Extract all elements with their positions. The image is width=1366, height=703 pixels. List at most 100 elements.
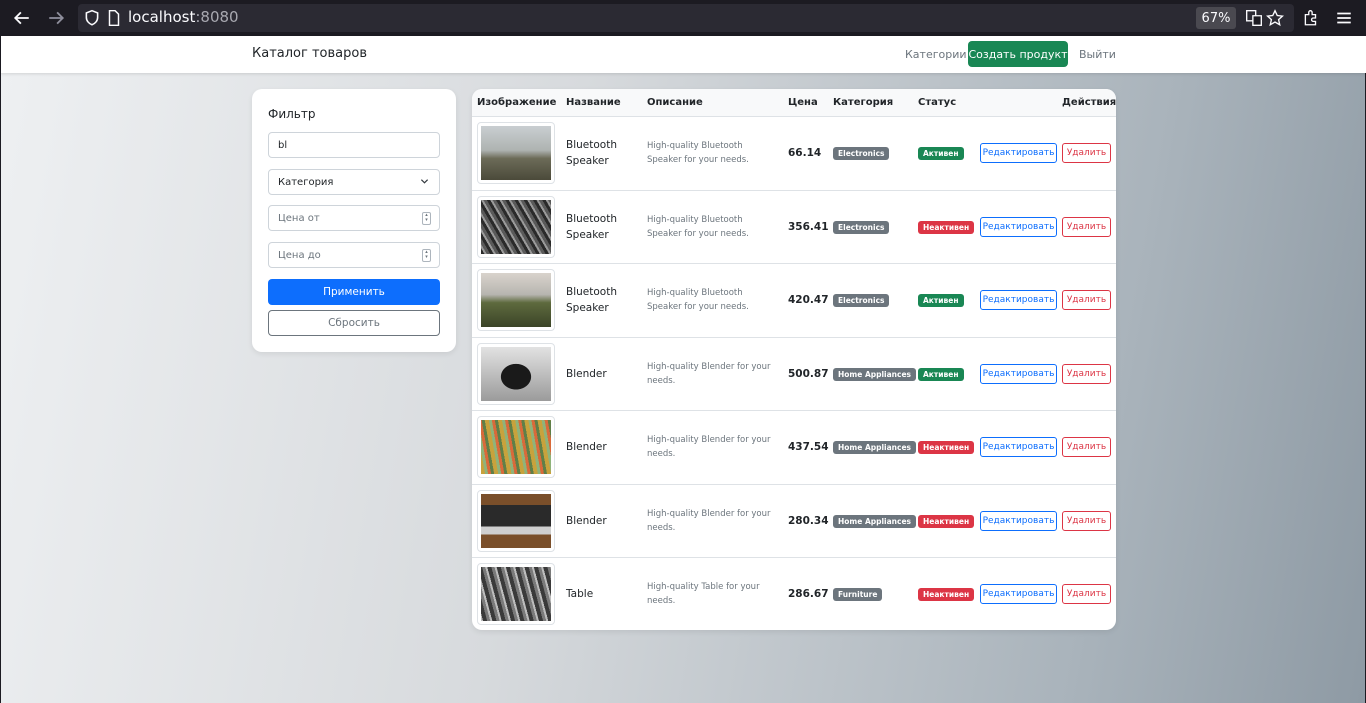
product-description: High-quality Blender for your needs.: [647, 508, 771, 533]
product-name: Bluetooth Speaker: [566, 139, 617, 167]
product-name: Blender: [566, 514, 607, 527]
shield-icon[interactable]: [80, 6, 104, 30]
delete-button[interactable]: Удалить: [1062, 510, 1111, 531]
status-badge: Активен: [918, 367, 964, 381]
top-navbar: Каталог товаров Категории Создать продук…: [1, 36, 1366, 73]
product-price: 286.67: [788, 588, 829, 600]
category-badge: Electronics: [833, 294, 890, 307]
table-row: Bluetooth Speaker High-quality Bluetooth…: [472, 117, 1116, 191]
product-description: High-quality Bluetooth Speaker for your …: [647, 288, 749, 312]
grayscale-grass-photo: [481, 199, 551, 254]
product-price: 280.34: [788, 514, 829, 527]
product-price: 66.14: [788, 147, 822, 159]
status-badge: Неактивен: [918, 441, 975, 454]
delete-button[interactable]: Удалить: [1062, 216, 1111, 237]
product-price: 437.54: [788, 441, 829, 453]
product-price: 420.47: [788, 294, 829, 306]
status-badge: Неактивен: [918, 514, 975, 528]
price-from-placeholder: Цена от: [278, 212, 320, 224]
product-price: 356.41: [788, 220, 829, 233]
column-header-status: Статус: [918, 97, 957, 108]
delete-button[interactable]: Удалить: [1062, 437, 1111, 457]
number-spinner-icon[interactable]: ▴ ▾: [422, 212, 431, 225]
page-icon: [102, 6, 126, 30]
edit-button[interactable]: Редактировать: [980, 584, 1057, 604]
misty-field-photo: [481, 126, 551, 180]
filter-title: Фильтр: [268, 107, 316, 121]
table-row: Blender High-quality Blender for your ne…: [472, 485, 1116, 558]
column-header-name: Название: [566, 97, 621, 108]
back-arrow-icon[interactable]: [10, 6, 34, 30]
product-thumbnail: [477, 122, 555, 184]
product-thumbnail: [477, 269, 555, 331]
edit-button[interactable]: Редактировать: [980, 510, 1057, 531]
products-table: Изображение Название Описание Цена Катег…: [472, 89, 1116, 630]
edit-button[interactable]: Редактировать: [980, 363, 1057, 384]
product-description: High-quality Table for your needs.: [647, 582, 760, 606]
delete-button[interactable]: Удалить: [1062, 143, 1111, 163]
person-camera-photo: [481, 346, 551, 401]
category-select[interactable]: Категория: [268, 169, 440, 195]
product-description: High-quality Blender for your needs.: [647, 435, 771, 459]
column-header-price: Цена: [788, 97, 818, 108]
delete-button[interactable]: Удалить: [1062, 584, 1111, 604]
delete-button[interactable]: Удалить: [1062, 290, 1111, 310]
page-content: Каталог товаров Категории Создать продук…: [0, 36, 1366, 703]
filter-panel: Фильтр bl Категория Цена от ▴ ▾ Цена до ▴…: [252, 89, 456, 352]
category-badge: Home Appliances: [833, 514, 917, 528]
product-thumbnail: [477, 489, 555, 552]
forward-arrow-icon[interactable]: [44, 6, 68, 30]
table-row: Bluetooth Speaker High-quality Bluetooth…: [472, 191, 1116, 264]
table-header: Изображение Название Описание Цена Катег…: [472, 89, 1116, 117]
create-product-button[interactable]: Создать продукт: [968, 41, 1068, 67]
extensions-icon[interactable]: [1299, 6, 1323, 30]
category-badge: Home Appliances: [833, 441, 917, 454]
table-row: Bluetooth Speaker High-quality Bluetooth…: [472, 264, 1116, 338]
menu-icon[interactable]: [1332, 6, 1356, 30]
product-description: High-quality Blender for your needs.: [647, 361, 771, 386]
table-row: Blender High-quality Blender for your ne…: [472, 411, 1116, 485]
table-row: Table High-quality Table for your needs.…: [472, 558, 1116, 630]
product-description: High-quality Bluetooth Speaker for your …: [647, 141, 749, 165]
column-header-description: Описание: [647, 97, 703, 108]
star-bookmark-icon[interactable]: [1263, 6, 1287, 30]
category-badge: Furniture: [833, 588, 883, 601]
product-thumbnail: [477, 195, 555, 258]
column-header-category: Категория: [833, 97, 894, 108]
edit-button[interactable]: Редактировать: [980, 143, 1057, 163]
product-description: High-quality Bluetooth Speaker for your …: [647, 214, 749, 239]
price-to-input[interactable]: Цена до ▴ ▾: [268, 242, 440, 268]
product-name: Blender: [566, 367, 607, 380]
edit-button[interactable]: Редактировать: [980, 216, 1057, 237]
aerial-road-photo: [481, 567, 551, 621]
search-input[interactable]: bl: [268, 132, 440, 158]
category-badge: Home Appliances: [833, 367, 917, 381]
url-text[interactable]: localhost:8080: [128, 8, 239, 26]
price-from-input[interactable]: Цена от ▴ ▾: [268, 205, 440, 231]
status-badge: Активен: [918, 294, 964, 307]
product-name: Table: [566, 588, 594, 600]
product-name: Blender: [566, 441, 607, 453]
laptop-desk-photo: [481, 493, 551, 548]
category-select-label: Категория: [278, 176, 334, 188]
product-name: Bluetooth Speaker: [566, 286, 617, 314]
zoom-level-badge[interactable]: 67%: [1196, 7, 1236, 29]
nav-link-logout[interactable]: Выйти: [1079, 48, 1116, 61]
address-bar[interactable]: [78, 4, 1294, 32]
price-to-placeholder: Цена до: [278, 249, 321, 261]
status-badge: Неактивен: [918, 220, 975, 234]
edit-button[interactable]: Редактировать: [980, 437, 1057, 457]
apply-button[interactable]: Применить: [268, 279, 440, 305]
product-thumbnail: [477, 342, 555, 405]
reset-button[interactable]: Сбросить: [268, 310, 440, 336]
edit-button[interactable]: Редактировать: [980, 290, 1057, 310]
browser-toolbar: localhost:8080 67%: [0, 0, 1366, 36]
product-name: Bluetooth Speaker: [566, 212, 617, 241]
status-badge: Активен: [918, 147, 964, 160]
navbar-brand[interactable]: Каталог товаров: [252, 46, 367, 61]
table-row: Blender High-quality Blender for your ne…: [472, 338, 1116, 411]
nav-link-categories[interactable]: Категории: [905, 48, 967, 61]
delete-button[interactable]: Удалить: [1062, 363, 1111, 384]
number-spinner-icon[interactable]: ▴ ▾: [422, 249, 431, 262]
status-badge: Неактивен: [918, 588, 975, 601]
